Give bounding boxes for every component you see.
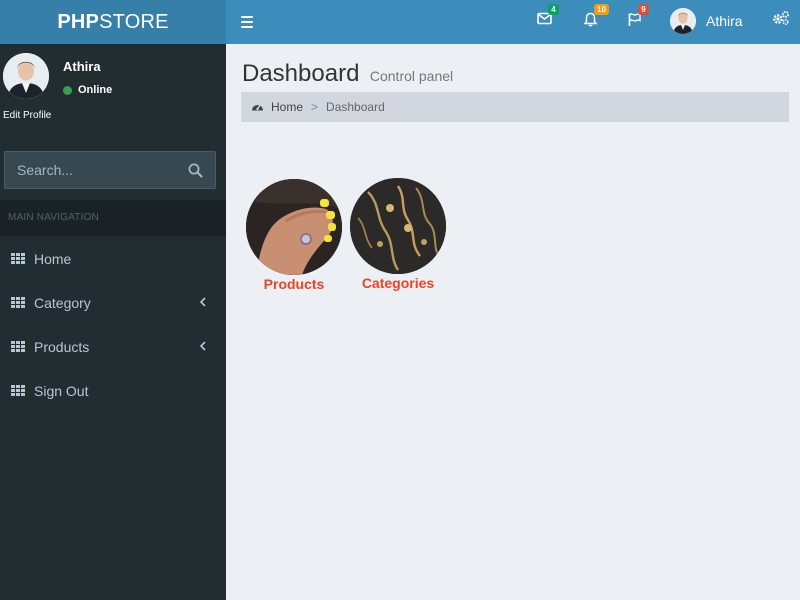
header-user-name: Athira (706, 13, 743, 29)
sidebar-toggle-icon[interactable] (240, 11, 256, 33)
sidebar-item-label: Sign Out (34, 383, 89, 399)
status-text: Online (78, 84, 113, 96)
jewelry-photo (350, 178, 446, 274)
chevron-left-icon (199, 297, 206, 307)
breadcrumb-home[interactable]: Home (271, 100, 303, 114)
sidebar-item-home[interactable]: Home (0, 237, 226, 281)
page-subtitle: Control panel (369, 68, 454, 84)
sidebar: Athira Online Edit Profile MAIN NAVIGATI… (0, 44, 226, 600)
categories-tile[interactable]: Categories (348, 178, 448, 291)
dashboard-icon (252, 104, 263, 111)
top-navbar: 4 10 9 Athira (226, 0, 800, 44)
sidebar-item-label: Category (34, 295, 91, 311)
grid-icon (11, 253, 25, 264)
grid-icon (11, 341, 25, 352)
logo[interactable]: PHP STORE (0, 0, 226, 44)
products-tile-label: Products (263, 276, 325, 292)
search-icon (188, 163, 203, 178)
grid-icon (11, 385, 25, 396)
user-panel: Athira Online Edit Profile (0, 44, 226, 144)
gears-icon (773, 11, 789, 26)
edit-profile-link[interactable]: Edit Profile (3, 110, 51, 121)
breadcrumb-current: Dashboard (326, 100, 385, 114)
settings-button[interactable] (772, 10, 790, 31)
sidebar-item-label: Home (34, 251, 72, 267)
messages-button[interactable]: 4 (532, 4, 560, 34)
sidebar-item-category[interactable]: Category (0, 281, 226, 325)
sidebar-item-sign-out[interactable]: Sign Out (0, 369, 226, 413)
user-menu[interactable]: Athira (670, 5, 743, 37)
search-button[interactable] (188, 163, 203, 183)
logo-light: STORE (99, 10, 169, 33)
breadcrumb: Home > Dashboard (241, 92, 789, 122)
avatar (670, 8, 696, 34)
sidebar-item-label: Products (34, 339, 90, 355)
sidebar-search (4, 151, 216, 189)
sidebar-item-products[interactable]: Products (0, 325, 226, 369)
sidebar-user-name: Athira (63, 59, 101, 74)
hand-with-ring-photo (246, 179, 342, 275)
nav-header: MAIN NAVIGATION (0, 200, 226, 236)
status-dot-icon (63, 85, 72, 95)
content-header: Dashboard Control panel (242, 60, 453, 88)
chevron-left-icon (199, 341, 206, 351)
avatar (3, 53, 49, 99)
tasks-button[interactable]: 9 (622, 4, 650, 34)
notifications-badge: 10 (594, 4, 609, 15)
logo-bold: PHP (57, 10, 100, 33)
page-title: Dashboard (242, 60, 360, 87)
search-input[interactable] (5, 162, 175, 178)
categories-tile-label: Categories (361, 275, 435, 291)
tasks-badge: 9 (638, 4, 649, 15)
main-navigation: Home Category Products Sign Out (0, 237, 226, 413)
grid-icon (11, 297, 25, 308)
breadcrumb-separator: > (311, 100, 319, 114)
messages-badge: 4 (548, 4, 559, 15)
notifications-button[interactable]: 10 (578, 4, 609, 34)
products-tile[interactable]: Products (244, 179, 344, 292)
online-status: Online (63, 84, 112, 96)
